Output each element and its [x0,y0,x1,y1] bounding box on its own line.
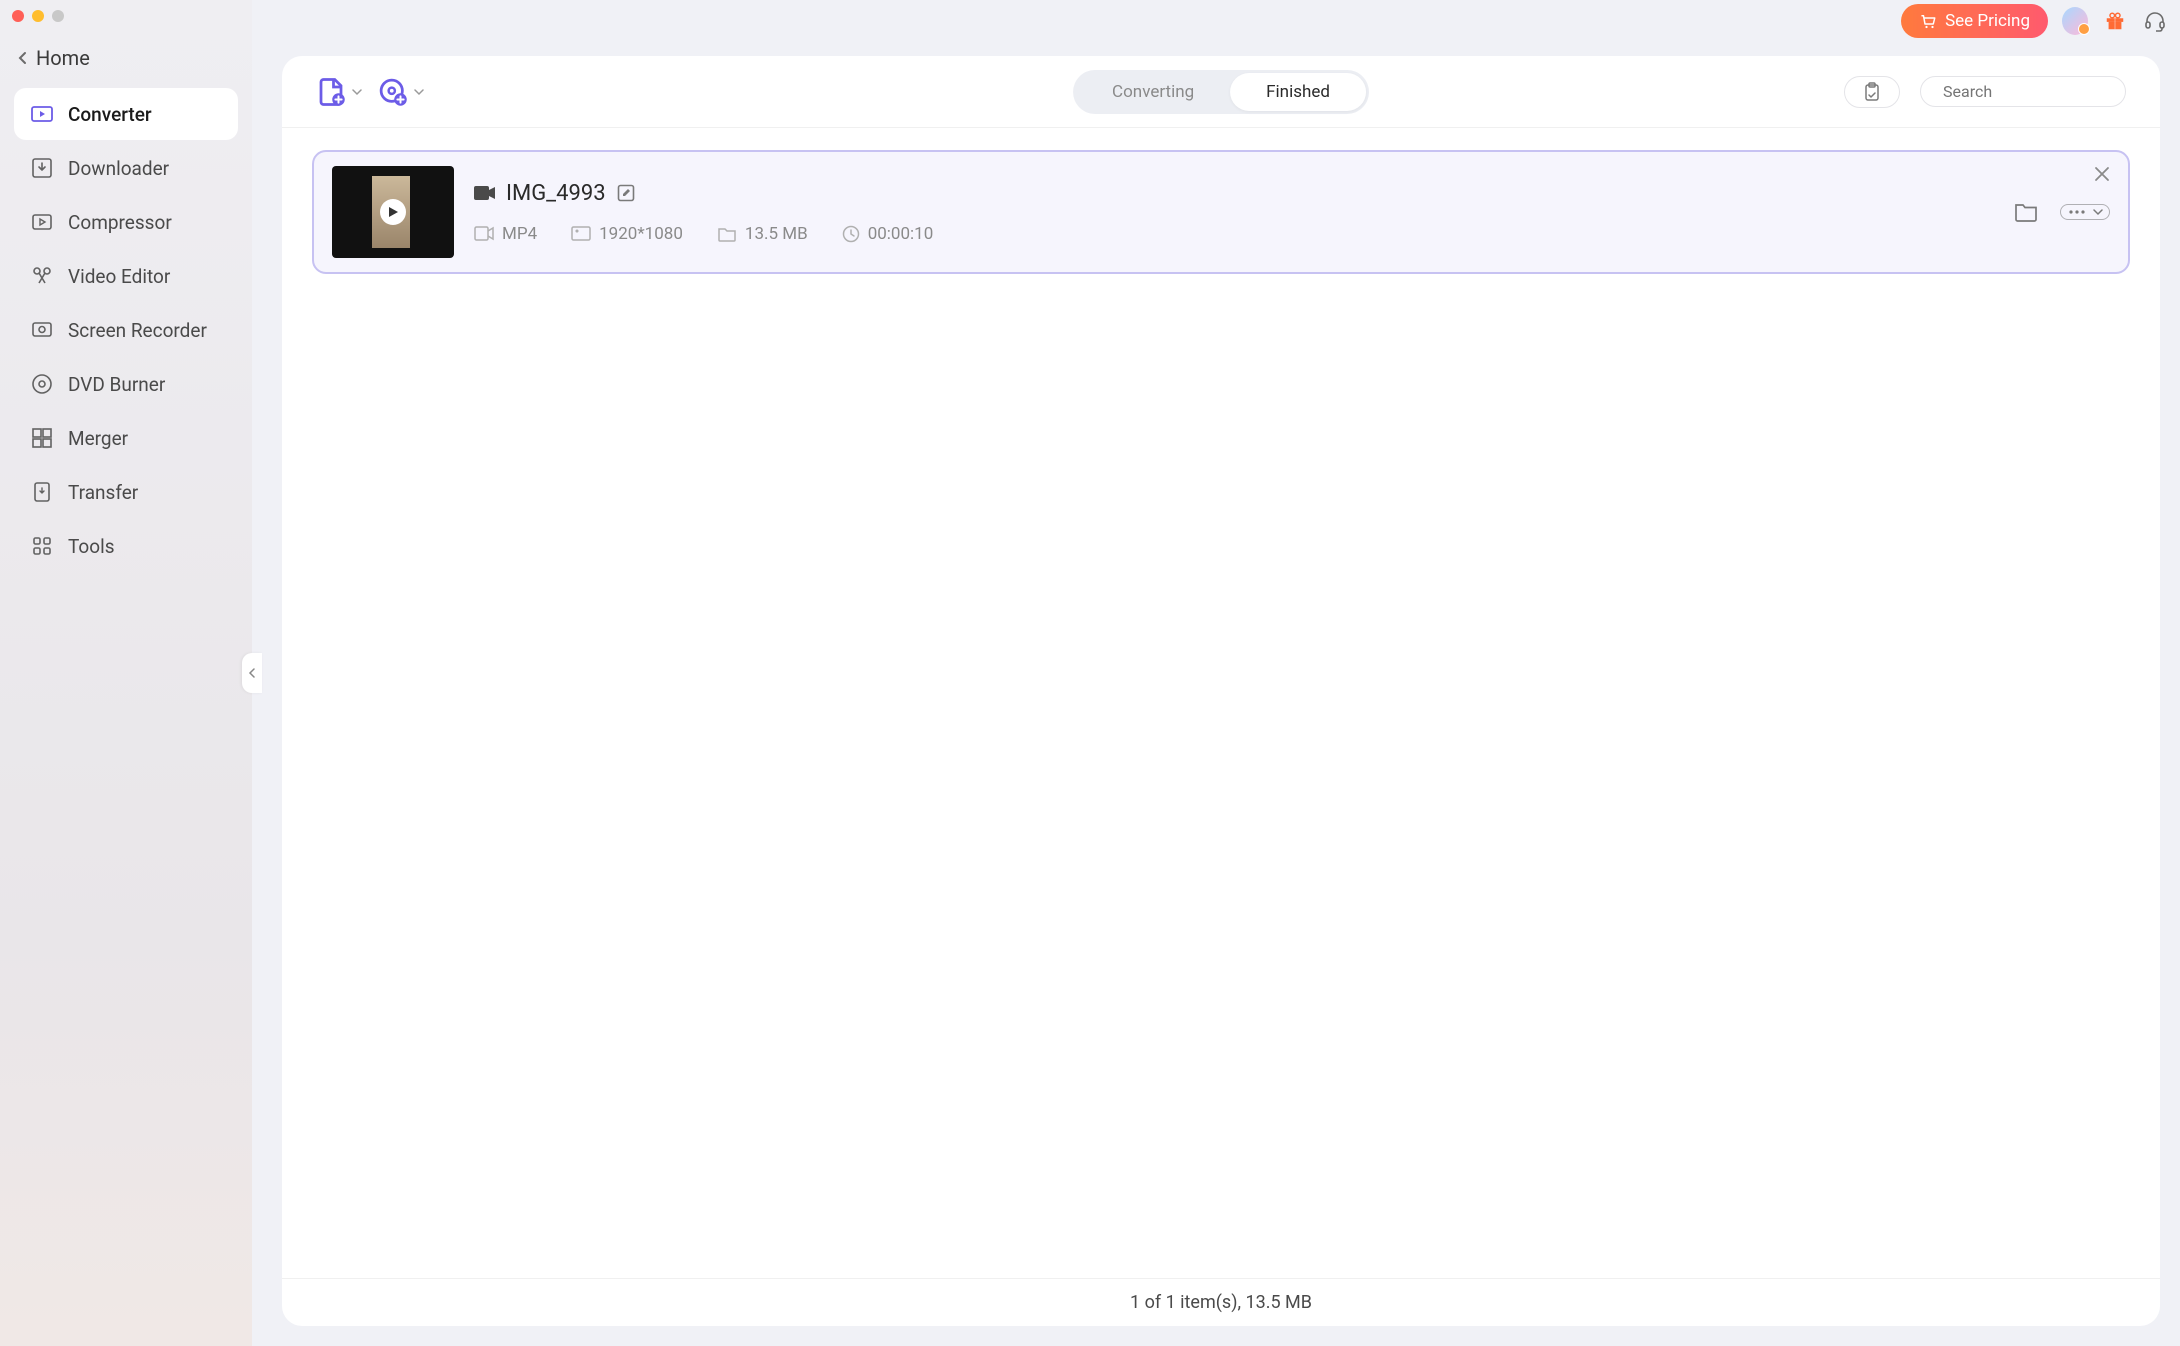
sidebar-item-label: Video Editor [68,265,170,288]
topbar: See Pricing [252,0,2180,42]
filename: IMG_4993 [506,181,606,206]
add-file-button[interactable] [316,77,362,107]
file-actions [2014,202,2110,222]
sidebar-item-label: Screen Recorder [68,319,207,342]
downloader-icon [30,156,54,180]
toolbar-right [1844,76,2126,108]
video-icon [474,185,496,201]
cart-icon [1919,12,1937,30]
disc-plus-icon [378,77,408,107]
avatar-icon [2062,7,2088,35]
chevron-down-icon [352,88,362,96]
open-folder-button[interactable] [2014,202,2038,222]
play-icon [388,206,399,218]
search-field[interactable] [1920,76,2126,107]
more-icon [2067,207,2087,217]
remove-file-button[interactable] [2094,166,2110,186]
clock-icon [842,225,860,243]
support-button[interactable] [2142,8,2168,34]
sidebar-item-label: Tools [68,535,115,558]
tab-converting[interactable]: Converting [1076,73,1230,111]
edit-icon[interactable] [616,183,636,203]
chevron-left-icon [18,51,28,65]
sidebar-item-tools[interactable]: Tools [14,520,238,572]
panel-toolbar: Converting Finished [282,56,2160,128]
conversion-tabs: Converting Finished [1073,70,1369,114]
maximize-window-button[interactable] [52,10,64,22]
sidebar-item-dvd-burner[interactable]: DVD Burner [14,358,238,410]
file-format: MP4 [502,224,537,244]
sidebar-nav: Converter Downloader Compressor Video Ed… [0,88,252,572]
headset-icon [2143,9,2167,33]
tools-icon [30,534,54,558]
sidebar-item-downloader[interactable]: Downloader [14,142,238,194]
screen-recorder-icon [30,318,54,342]
sidebar-item-merger[interactable]: Merger [14,412,238,464]
add-disc-button[interactable] [378,77,424,107]
format-icon [474,226,494,241]
converter-icon [30,102,54,126]
sidebar-item-label: Downloader [68,157,169,180]
sidebar-item-video-editor[interactable]: Video Editor [14,250,238,302]
sidebar: Home Converter Downloader Compressor Vid… [0,0,252,1346]
chevron-down-icon [2093,208,2103,216]
transfer-icon [30,480,54,504]
dvd-burner-icon [30,372,54,396]
folder-icon [717,226,737,242]
clipboard-button[interactable] [1844,76,1900,108]
sidebar-item-compressor[interactable]: Compressor [14,196,238,248]
file-card[interactable]: IMG_4993 MP4 1920*1080 13.5 MB 00:00:10 [312,150,2130,274]
filename-row: IMG_4993 [474,181,1994,206]
resolution-icon [571,226,591,241]
home-nav[interactable]: Home [0,32,252,88]
pricing-label: See Pricing [1945,11,2030,31]
file-duration: 00:00:10 [868,224,934,244]
file-meta: MP4 1920*1080 13.5 MB 00:00:10 [474,224,1994,244]
gift-button[interactable] [2102,8,2128,34]
minimize-window-button[interactable] [32,10,44,22]
search-input[interactable] [1943,82,2146,101]
see-pricing-button[interactable]: See Pricing [1901,4,2048,38]
tab-finished[interactable]: Finished [1230,73,1366,111]
chevron-down-icon [414,88,424,96]
status-text: 1 of 1 item(s), 13.5 MB [1130,1292,1312,1313]
chevron-left-icon [248,667,256,679]
content-panel: Converting Finished [282,56,2160,1326]
sidebar-item-label: Merger [68,427,128,450]
file-list: IMG_4993 MP4 1920*1080 13.5 MB 00:00:10 [282,128,2160,1278]
window-controls [0,0,252,32]
sidebar-item-screen-recorder[interactable]: Screen Recorder [14,304,238,356]
close-window-button[interactable] [12,10,24,22]
file-size: 13.5 MB [745,224,808,244]
more-options-button[interactable] [2060,204,2110,220]
video-editor-icon [30,264,54,288]
video-thumbnail[interactable] [332,166,454,258]
close-icon [2094,166,2110,182]
clipboard-icon [1863,82,1881,102]
sidebar-item-label: DVD Burner [68,373,165,396]
sidebar-item-label: Transfer [68,481,138,504]
main-area: See Pricing Converting Finished [252,0,2180,1346]
status-bar: 1 of 1 item(s), 13.5 MB [282,1278,2160,1326]
compressor-icon [30,210,54,234]
user-avatar[interactable] [2062,8,2088,34]
merger-icon [30,426,54,450]
file-plus-icon [316,77,346,107]
sidebar-item-converter[interactable]: Converter [14,88,238,140]
file-resolution: 1920*1080 [599,224,683,244]
sidebar-collapse-toggle[interactable] [242,653,262,693]
file-info: IMG_4993 MP4 1920*1080 13.5 MB 00:00:10 [474,181,1994,244]
sidebar-item-label: Converter [68,103,152,126]
sidebar-item-label: Compressor [68,211,172,234]
play-button[interactable] [380,199,406,225]
sidebar-item-transfer[interactable]: Transfer [14,466,238,518]
home-label: Home [36,46,90,70]
gift-icon [2104,10,2126,32]
